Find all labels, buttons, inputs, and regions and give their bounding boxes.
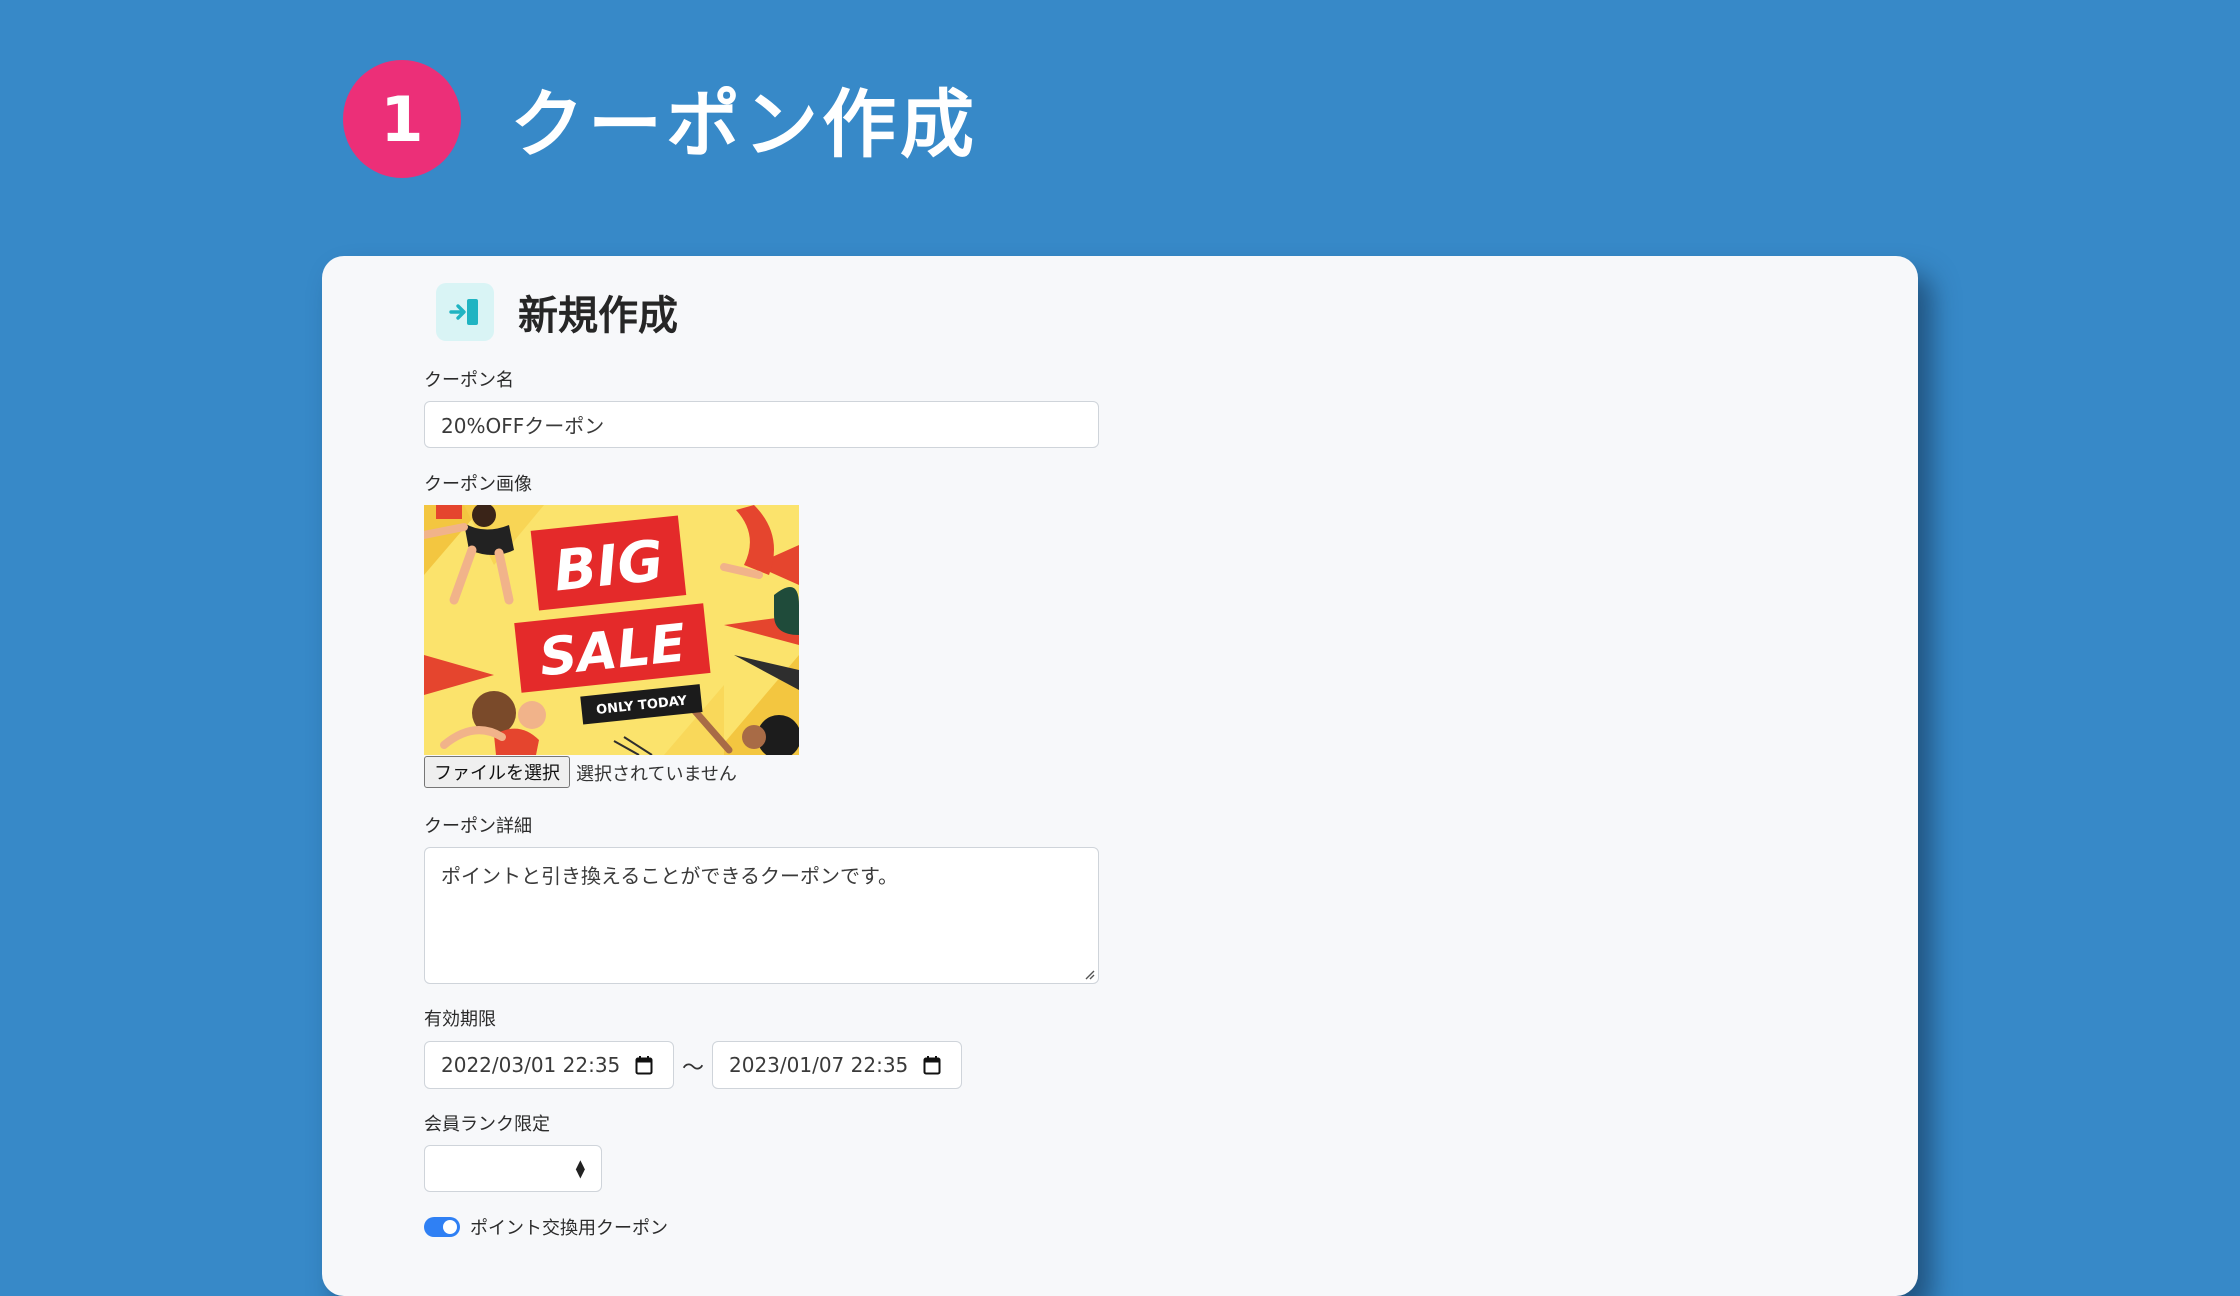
toggle-knob bbox=[443, 1220, 457, 1234]
choose-file-button[interactable]: ファイルを選択 bbox=[424, 756, 570, 788]
sign-in-arrow-icon bbox=[436, 283, 494, 341]
select-arrows-icon: ▲ ▼ bbox=[575, 1157, 585, 1180]
coupon-image-preview: BIG SALE ONLY TODAY bbox=[420, 503, 801, 760]
coupon-detail-textarea[interactable]: ポイントと引き換えることができるクーポンです。 bbox=[424, 847, 1099, 984]
validity-start-value: 2022/03/01 22:35 bbox=[441, 1053, 621, 1077]
coupon-detail-text: ポイントと引き換えることができるクーポンです。 bbox=[441, 864, 898, 888]
calendar-icon[interactable] bbox=[635, 1055, 653, 1075]
step-badge: 1 bbox=[343, 60, 461, 178]
member-rank-select[interactable]: ▲ ▼ bbox=[424, 1145, 602, 1192]
coupon-name-label: クーポン名 bbox=[424, 370, 514, 391]
big-text: BIG bbox=[551, 528, 667, 604]
calendar-icon[interactable] bbox=[923, 1055, 941, 1075]
validity-start-input[interactable]: 2022/03/01 22:35 bbox=[424, 1041, 674, 1089]
hero-title: クーポン作成 bbox=[510, 81, 978, 168]
date-range-separator: 〜 bbox=[682, 1056, 705, 1081]
point-exchange-label: ポイント交換用クーポン bbox=[470, 1218, 668, 1239]
coupon-detail-label: クーポン詳細 bbox=[424, 816, 532, 837]
point-exchange-toggle[interactable] bbox=[424, 1217, 460, 1237]
file-status: 選択されていません bbox=[576, 764, 737, 785]
coupon-name-input[interactable]: 20%OFFクーポン bbox=[424, 401, 1099, 448]
coupon-image-label: クーポン画像 bbox=[424, 474, 532, 495]
validity-end-input[interactable]: 2023/01/07 22:35 bbox=[712, 1041, 962, 1089]
resize-grip-icon[interactable] bbox=[1083, 968, 1095, 980]
member-rank-label: 会員ランク限定 bbox=[424, 1114, 550, 1135]
validity-end-value: 2023/01/07 22:35 bbox=[729, 1053, 909, 1077]
form-title: 新規作成 bbox=[518, 293, 678, 339]
validity-label: 有効期限 bbox=[424, 1009, 496, 1030]
